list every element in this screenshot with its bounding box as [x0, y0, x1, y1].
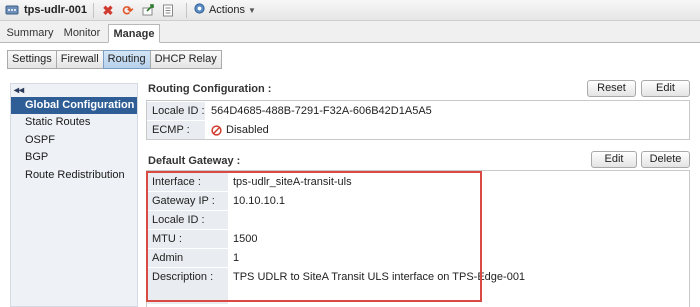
field-row: Description : TPS UDLR to SiteA Transit …: [147, 268, 689, 304]
nav-item-route-redistribution[interactable]: Route Redistribution: [11, 167, 137, 184]
subtab-firewall[interactable]: Firewall: [55, 50, 104, 69]
mtu-label: MTU :: [147, 230, 228, 248]
section-heading: Default Gateway :: [148, 155, 241, 167]
gateway-edit-button[interactable]: Edit: [591, 151, 637, 168]
chevron-down-icon: ▼: [248, 5, 256, 15]
router-icon: [5, 3, 19, 17]
refresh-icon[interactable]: ⟳: [120, 2, 136, 18]
ecmp-status-text: Disabled: [226, 124, 269, 136]
routing-configuration-title: Routing Configuration :: [148, 83, 271, 95]
routing-nav: ◂◂ Global Configuration Static Routes OS…: [10, 83, 138, 307]
default-gateway-panel: Interface : tps-udlr_siteA-transit-uls G…: [146, 170, 690, 307]
field-row: Gateway IP : 10.10.10.1: [147, 192, 689, 210]
subtab-settings[interactable]: Settings: [7, 50, 57, 69]
default-gateway-title: Default Gateway :: [148, 155, 240, 167]
disabled-icon: [211, 124, 222, 136]
gateway-delete-button[interactable]: Delete: [641, 151, 690, 168]
field-row: ECMP : Disabled: [147, 121, 689, 139]
gear-icon: [193, 2, 206, 18]
field-row: Admin Distance: 1: [147, 249, 689, 282]
nav-item-global-configuration[interactable]: Global Configuration: [11, 97, 137, 114]
field-row: Locale ID : 564D4685-488B-7291-F32A-606B…: [147, 102, 689, 120]
reset-button[interactable]: Reset: [587, 80, 636, 97]
delete-icon[interactable]: ✖: [100, 2, 116, 18]
title-bar: tps-udlr-001 ✖ ⟳ Actions ▼: [0, 0, 700, 21]
nav-item-static-routes[interactable]: Static Routes: [11, 114, 137, 131]
interface-value: tps-udlr_siteA-transit-uls: [233, 176, 352, 188]
collapse-icon[interactable]: ◂◂: [14, 85, 24, 96]
locale-id-label: Locale ID :: [147, 102, 205, 120]
tab-monitor[interactable]: Monitor: [58, 24, 106, 43]
routing-edit-button[interactable]: Edit: [641, 80, 690, 97]
gateway-locale-id-label: Locale ID :: [147, 211, 228, 229]
locale-id-value: 564D4685-488B-7291-F32A-606B42D1A5A5: [211, 105, 432, 117]
actions-label: Actions: [208, 4, 246, 16]
field-row: MTU : 1500: [147, 230, 689, 248]
gateway-ip-label: Gateway IP :: [147, 192, 228, 210]
admin-distance-value: 1: [233, 252, 240, 264]
nav-item-bgp[interactable]: BGP: [11, 149, 137, 166]
interface-label: Interface :: [147, 173, 228, 191]
description-label: Description :: [147, 268, 228, 304]
ecmp-value: Disabled: [211, 121, 269, 139]
gateway-ip-value: 10.10.10.1: [233, 195, 285, 207]
section-heading: Routing Configuration :: [148, 83, 272, 95]
toolbar-divider: [185, 2, 187, 18]
mtu-value: 1500: [233, 233, 258, 245]
toolbar-divider: [92, 2, 94, 18]
field-row: Locale ID :: [147, 211, 689, 229]
nav-item-ospf[interactable]: OSPF: [11, 132, 137, 149]
clipboard-icon[interactable]: [160, 2, 176, 18]
actions-menu[interactable]: Actions ▼: [193, 2, 256, 18]
description-value: TPS UDLR to SiteA Transit ULS interface …: [233, 271, 526, 283]
routing-config-panel: Locale ID : 564D4685-488B-7291-F32A-606B…: [146, 100, 690, 140]
admin-distance-label: Admin Distance:: [147, 249, 228, 282]
tab-summary[interactable]: Summary: [6, 24, 54, 43]
ecmp-label: ECMP :: [147, 121, 205, 139]
sub-tab-bar: Settings Firewall Routing DHCP Relay: [7, 50, 222, 69]
main-tab-bar: Summary Monitor Manage: [0, 21, 700, 43]
subtab-dhcp-relay[interactable]: DHCP Relay: [149, 50, 222, 69]
field-row: Interface : tps-udlr_siteA-transit-uls: [147, 173, 689, 191]
tab-manage[interactable]: Manage: [108, 24, 160, 43]
subtab-routing[interactable]: Routing: [102, 50, 151, 69]
object-title: tps-udlr-001: [24, 4, 87, 16]
export-icon[interactable]: [140, 2, 156, 18]
